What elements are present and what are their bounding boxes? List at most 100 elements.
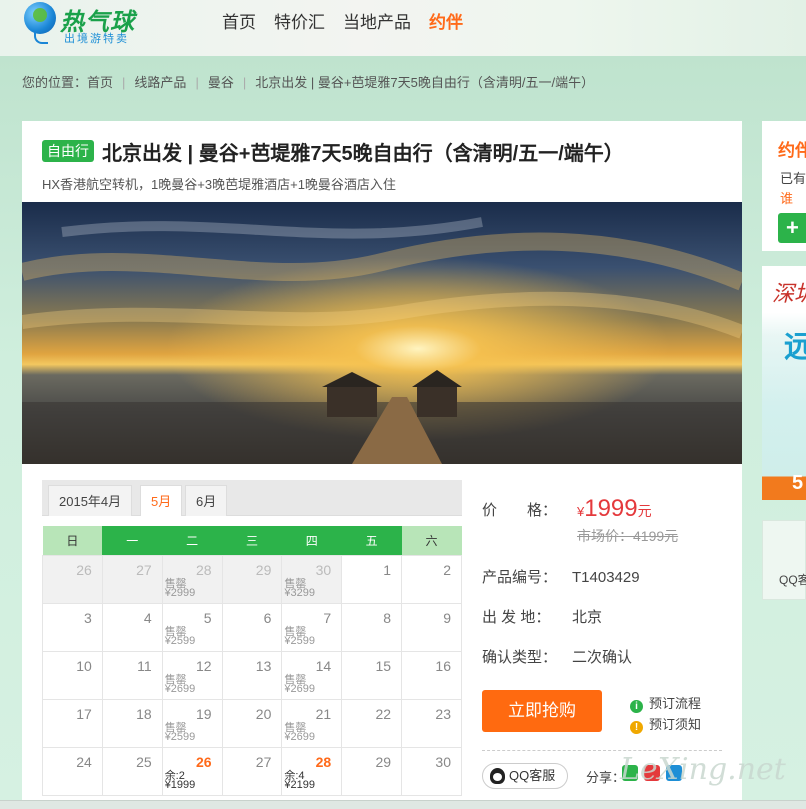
calendar-day-cell[interactable]: 27 [101,554,163,604]
departure-row: 出 发 地： 北京 [482,606,602,627]
product-type-badge: 自由行 [42,140,94,162]
info-icon: i [630,700,643,713]
calendar-day-cell[interactable]: 4 [101,602,163,652]
day-number: 30 [435,753,451,770]
day-price: ¥2599 [164,730,196,743]
side-advertisement[interactable]: 深圳 远 5 [762,266,806,500]
calendar-day-cell[interactable]: 27 [221,746,283,796]
calendar-day-cell[interactable]: 9 [401,602,462,652]
day-number: 21 [315,705,332,722]
calendar-day-cell[interactable]: 1 [341,554,403,604]
day-number: 16 [435,657,451,674]
calendar-day-cell[interactable]: 26 [42,554,103,604]
calendar-day-cell[interactable]: 10 [42,650,103,700]
nav-local-products[interactable]: 当地产品 [343,8,411,32]
day-number: 11 [137,657,152,674]
calendar-day-cell[interactable]: 30 售罄 ¥3299 [281,554,343,604]
weekday-header: 四 [281,526,342,555]
calendar-day-cell[interactable]: 17 [42,698,103,748]
calendar-day-cell[interactable]: 14 售罄 ¥2699 [281,650,343,700]
qq-service-button[interactable]: QQ客服 [482,763,568,789]
calendar-day-cell[interactable]: 22 [341,698,403,748]
price-label: 价 格： [482,502,558,519]
calendar-week: 26 27 28 售罄 ¥2999 29 30 售罄 ¥3299 1 2 [42,554,462,604]
day-number: 5 [203,609,212,626]
calendar-day-cell[interactable]: 24 [42,746,103,796]
day-price: ¥2599 [164,634,196,647]
departure-calendar: 日一二三四五六 26 27 28 售罄 ¥2999 29 30 售罄 ¥3299 1 2 3 4 5 售罄 ¥… [42,526,462,796]
calendar-day-cell[interactable]: 21 售罄 ¥2699 [281,698,343,748]
breadcrumb-routes[interactable]: 线路产品 [134,75,186,90]
divider [482,750,722,751]
day-number: 29 [375,753,392,770]
tab-april[interactable]: 2015年4月 [48,485,133,516]
departure-value: 北京 [572,609,603,626]
booking-notice-label: 预订须知 [649,717,702,732]
weekday-header: 三 [222,526,282,555]
calendar-day-cell[interactable]: 30 [401,746,462,796]
calendar-day-cell[interactable]: 12 售罄 ¥2699 [161,650,223,700]
day-price: ¥1999 [164,778,196,791]
booking-flow-link[interactable]: i 预订流程 [630,693,701,713]
day-number: 26 [195,753,212,770]
calendar-day-cell[interactable]: 11 [101,650,163,700]
buy-now-button[interactable]: 立即抢购 [482,690,602,732]
calendar-day-cell[interactable]: 28 余:4 ¥2199 [281,746,343,796]
day-number: 28 [315,753,332,770]
site-logo[interactable]: 热气球 出境游特卖 [24,2,154,46]
day-price: ¥2599 [284,634,315,647]
calendar-day-cell[interactable]: 5 售罄 ¥2599 [161,602,223,652]
add-companion-button[interactable]: + [778,213,806,243]
day-number: 18 [136,705,152,722]
day-price: ¥2999 [164,586,196,599]
qq-penguin-icon [490,768,505,784]
calendar-day-cell[interactable]: 2 [401,554,462,604]
calendar-day-cell[interactable]: 13 [221,650,283,700]
calendar-week: 10 11 12 售罄 ¥2699 13 14 售罄 ¥2699 15 16 [42,650,462,700]
calendar-day-cell[interactable]: 16 [401,650,462,700]
day-price: ¥2699 [284,682,315,695]
breadcrumb-home[interactable]: 首页 [87,75,113,90]
market-price-label: 市场价： [577,528,633,544]
calendar-day-cell[interactable]: 29 [341,746,403,796]
calendar-day-cell[interactable]: 29 [221,554,283,604]
nav-home[interactable]: 首页 [222,8,256,32]
calendar-day-cell[interactable]: 23 [401,698,462,748]
calendar-day-cell[interactable]: 8 [341,602,403,652]
calendar-day-cell[interactable]: 28 售罄 ¥2999 [161,554,223,604]
calendar-day-cell[interactable]: 3 [42,602,103,652]
calendar-day-cell[interactable]: 7 售罄 ¥2599 [281,602,343,652]
day-number: 22 [375,705,392,722]
booking-notice-link[interactable]: ! 预订须知 [630,714,701,734]
ad-bottom-text: 5 [792,472,804,494]
booking-flow-label: 预订流程 [649,696,702,711]
breadcrumb-bangkok[interactable]: 曼谷 [208,75,234,90]
day-price: ¥2699 [164,682,196,695]
day-number: 2 [443,561,451,578]
day-number: 19 [195,705,212,722]
calendar-day-cell[interactable]: 26 余:2 ¥1999 [161,746,223,796]
calendar-day-cell[interactable]: 18 [101,698,163,748]
tab-june[interactable]: 6月 [185,485,228,516]
confirm-type-row: 确认类型： 二次确认 [482,646,632,667]
day-number: 17 [76,705,92,722]
market-price: 市场价：4199元 [577,526,678,546]
day-number: 6 [263,609,272,626]
companion-widget-text: 已有 [780,171,806,186]
calendar-day-cell[interactable]: 20 [221,698,283,748]
day-number: 8 [383,609,392,626]
ad-big-text: 远 [784,331,806,364]
calendar-day-cell[interactable]: 6 [221,602,283,652]
calendar-day-cell[interactable]: 15 [341,650,403,700]
nav-companion[interactable]: 约伴 [429,8,463,32]
market-price-value: 4199元 [633,528,679,544]
day-number: 1 [383,561,392,578]
day-number: 25 [136,753,152,770]
tab-may[interactable]: 5月 [140,485,183,516]
weekday-header: 日 [42,526,103,555]
day-price: ¥2699 [284,730,315,743]
calendar-day-cell[interactable]: 19 售罄 ¥2599 [161,698,223,748]
qq-service-widget[interactable]: QQ客 [762,520,806,600]
nav-deals[interactable]: 特价汇 [274,8,325,32]
calendar-day-cell[interactable]: 25 [101,746,163,796]
